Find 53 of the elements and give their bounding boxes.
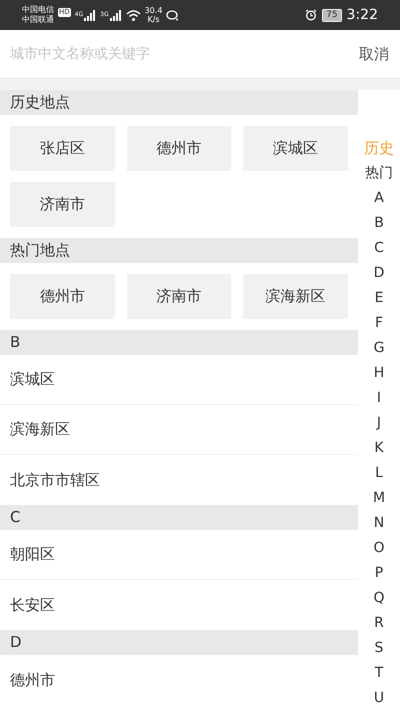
- index-letter[interactable]: T: [374, 661, 384, 686]
- location-chip[interactable]: 滨海新区: [243, 274, 348, 319]
- city-item[interactable]: 北京市市辖区: [0, 455, 358, 505]
- city-item[interactable]: 朝阳区: [0, 530, 358, 580]
- index-letter[interactable]: U: [374, 686, 384, 711]
- index-letter[interactable]: E: [374, 286, 384, 311]
- index-letter[interactable]: N: [374, 511, 384, 536]
- location-chip[interactable]: 滨城区: [243, 126, 348, 171]
- index-letter[interactable]: I: [376, 386, 382, 411]
- search-field[interactable]: 城市中文名称或关键字: [10, 44, 359, 64]
- index-letter[interactable]: A: [374, 186, 384, 211]
- network-speed: 30.4: [144, 6, 162, 15]
- city-item[interactable]: 滨城区: [0, 355, 358, 405]
- index-letter[interactable]: K: [374, 436, 384, 461]
- index-letter[interactable]: H: [374, 361, 384, 386]
- index-letter[interactable]: L: [375, 461, 383, 486]
- section-header: 热门地点: [0, 238, 358, 263]
- city-item[interactable]: 德州市: [0, 655, 358, 705]
- index-letter[interactable]: P: [374, 561, 384, 586]
- speed-unit: K/s: [147, 15, 160, 24]
- index-letter[interactable]: F: [374, 311, 384, 336]
- wifi-icon: [126, 10, 141, 20]
- alarm-clock-icon: [305, 9, 318, 21]
- index-letter[interactable]: G: [374, 336, 384, 361]
- carrier-name: 中国电信: [22, 5, 54, 15]
- section-header: 历史地点: [0, 90, 358, 115]
- index-letter[interactable]: D: [374, 261, 384, 286]
- index-letter[interactable]: J: [376, 411, 382, 436]
- signal-icon: [110, 10, 122, 20]
- location-chip[interactable]: 济南市: [126, 274, 232, 319]
- index-letter[interactable]: R: [374, 611, 384, 636]
- location-chip[interactable]: 济南市: [10, 182, 115, 227]
- city-item[interactable]: 长安区: [0, 580, 358, 630]
- chat-icon: [166, 10, 180, 20]
- location-chip[interactable]: 德州市: [10, 274, 115, 319]
- city-item[interactable]: 滨海新区: [0, 405, 358, 455]
- index-letter[interactable]: S: [374, 636, 384, 661]
- battery-indicator: 75: [322, 8, 342, 22]
- index-letter[interactable]: 热门: [365, 161, 393, 186]
- signal-icon: [84, 10, 96, 20]
- section-header: C: [0, 505, 358, 530]
- index-letter[interactable]: M: [372, 486, 386, 511]
- clock-time: 3:22: [346, 6, 378, 24]
- section-header: B: [0, 330, 358, 355]
- index-letter[interactable]: O: [373, 536, 385, 561]
- index-letter[interactable]: B: [374, 211, 384, 236]
- section-header: D: [0, 630, 358, 655]
- carrier-name: 中国联通: [22, 15, 54, 25]
- index-letter[interactable]: Q: [373, 586, 385, 611]
- cancel-button[interactable]: 取消: [359, 42, 389, 66]
- location-chip[interactable]: 德州市: [126, 126, 232, 171]
- location-chip[interactable]: 张店区: [10, 126, 115, 171]
- index-letter[interactable]: C: [374, 236, 384, 261]
